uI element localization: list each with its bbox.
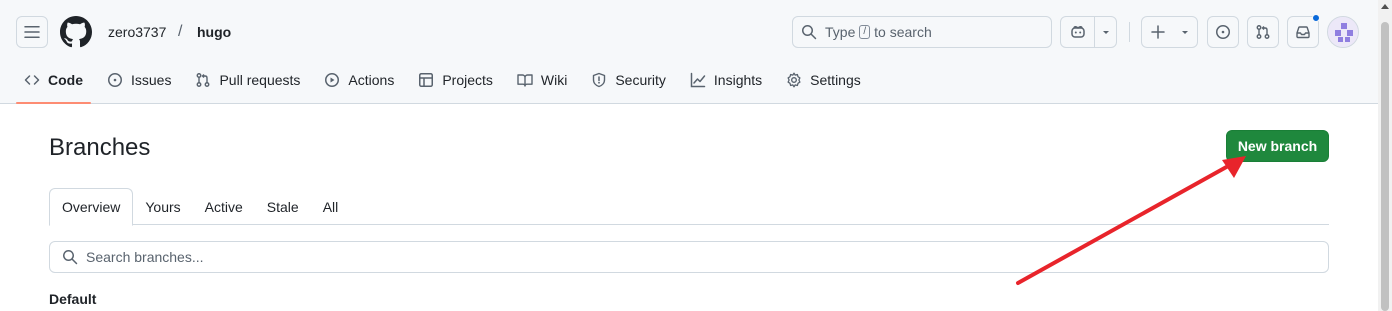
issue-opened-icon: [108, 73, 122, 87]
nav-tab-wiki[interactable]: Wiki: [509, 64, 575, 96]
play-icon: [325, 73, 340, 87]
app-header: zero3737 / hugo Type / to search Code Is…: [0, 0, 1378, 104]
nav-tab-insights[interactable]: Insights: [682, 64, 770, 96]
page-title: Branches: [49, 134, 151, 161]
tab-yours[interactable]: Yours: [133, 188, 192, 225]
nav-tab-code[interactable]: Code: [16, 64, 91, 104]
scrollbar-thumb[interactable]: [1381, 22, 1389, 311]
nav-label-insights: Insights: [713, 72, 763, 88]
plus-icon: [1151, 25, 1165, 39]
git-pull-request-icon: [1256, 25, 1270, 39]
search-icon: [63, 250, 78, 265]
branch-search-placeholder: Search branches...: [86, 249, 204, 265]
issue-opened-icon: [1216, 25, 1230, 39]
nav-tab-projects[interactable]: Projects: [410, 64, 501, 96]
inbox-icon: [1296, 26, 1310, 39]
nav-tab-actions[interactable]: Actions: [316, 64, 402, 96]
identicon-icon: [1328, 17, 1358, 47]
nav-label-code: Code: [48, 72, 83, 88]
tab-all[interactable]: All: [311, 188, 351, 225]
notification-indicator: [1312, 14, 1320, 22]
github-logo-icon[interactable]: [60, 16, 92, 48]
scroll-up-arrow-icon[interactable]: [1381, 4, 1389, 9]
book-icon: [517, 74, 533, 87]
repo-nav: Code Issues Pull requests Actions Projec…: [16, 64, 877, 104]
chevron-down-icon: [1182, 31, 1188, 34]
nav-label-security: Security: [615, 72, 666, 88]
nav-tab-settings[interactable]: Settings: [778, 64, 869, 96]
chevron-down-icon: [1102, 31, 1109, 34]
nav-label-settings: Settings: [810, 72, 861, 88]
open-global-nav-button[interactable]: [16, 16, 48, 48]
search-shortcut-key: /: [859, 25, 871, 39]
code-icon: [24, 75, 40, 85]
graph-icon: [690, 72, 706, 88]
tab-stale[interactable]: Stale: [255, 188, 311, 225]
create-new-button[interactable]: [1141, 16, 1198, 48]
nav-label-actions: Actions: [348, 72, 395, 88]
nav-tab-pull-requests[interactable]: Pull requests: [187, 64, 308, 96]
global-search-input[interactable]: Type / to search: [792, 16, 1052, 48]
page-scrollbar[interactable]: [1378, 0, 1392, 311]
nav-tab-security[interactable]: Security: [583, 64, 674, 96]
nav-label-issues: Issues: [131, 72, 172, 88]
tab-overview[interactable]: Overview: [49, 188, 134, 226]
branch-search-input[interactable]: Search branches...: [49, 241, 1329, 273]
search-suffix-text: to search: [874, 24, 932, 40]
breadcrumb-owner-link[interactable]: zero3737: [108, 24, 166, 40]
gear-icon: [787, 72, 801, 88]
copilot-button[interactable]: [1061, 17, 1094, 47]
search-icon: [802, 25, 817, 40]
hamburger-icon: [24, 26, 40, 38]
header-divider: [1129, 22, 1130, 42]
copilot-menu-button[interactable]: [1094, 17, 1116, 47]
default-branch-heading: Default: [49, 291, 97, 307]
git-pull-request-icon: [197, 73, 210, 87]
breadcrumb-separator: /: [178, 23, 183, 40]
branch-filter-tabs: Overview Yours Active Stale All: [49, 188, 1329, 226]
copilot-button-group: [1060, 16, 1117, 48]
your-issues-button[interactable]: [1207, 16, 1239, 48]
breadcrumb-repo-link[interactable]: hugo: [197, 24, 231, 40]
copilot-icon: [1070, 26, 1085, 38]
table-icon: [419, 73, 434, 87]
search-prefix-text: Type: [825, 24, 856, 40]
create-plus: [1142, 17, 1174, 47]
user-avatar[interactable]: [1327, 16, 1359, 48]
nav-tab-issues[interactable]: Issues: [99, 64, 179, 96]
new-branch-button[interactable]: New branch: [1226, 130, 1329, 162]
nav-label-projects: Projects: [442, 72, 493, 88]
shield-icon: [593, 72, 606, 88]
nav-label-wiki: Wiki: [540, 72, 568, 88]
tab-active[interactable]: Active: [193, 188, 255, 225]
your-pull-requests-button[interactable]: [1247, 16, 1279, 48]
nav-label-pull-requests: Pull requests: [219, 72, 301, 88]
create-caret: [1174, 17, 1196, 47]
